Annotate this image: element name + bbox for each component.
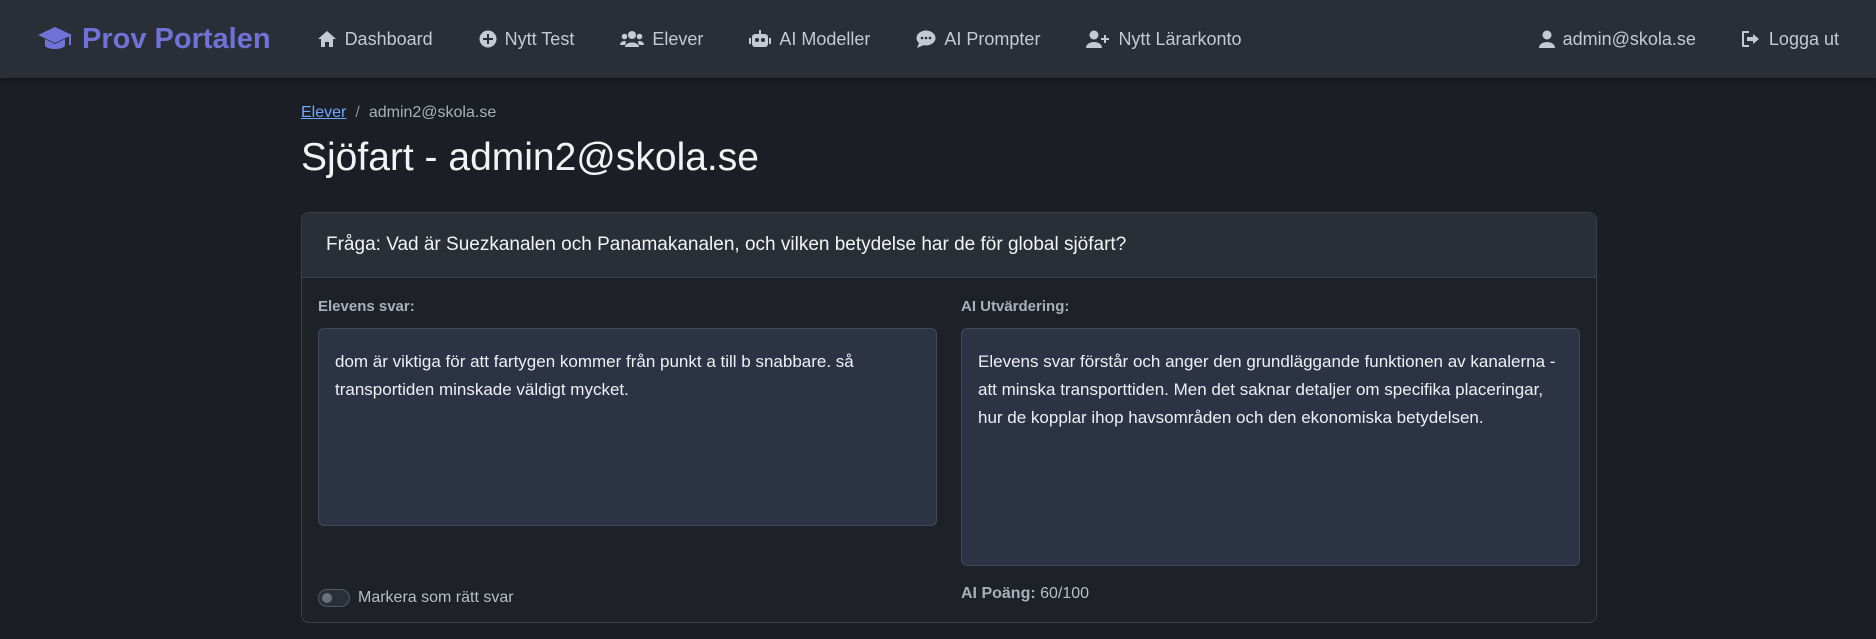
logout-label: Logga ut: [1768, 28, 1839, 49]
ai-score-value: 60/100: [1040, 585, 1090, 602]
student-answer-box: dom är viktiga för att fartygen kommer f…: [318, 328, 937, 526]
mark-correct-label: Markera som rätt svar: [358, 589, 514, 606]
ai-score-label: AI Poäng:: [961, 585, 1036, 602]
plus-circle-icon: [479, 30, 497, 48]
page-title: Sjöfart - admin2@skola.se: [301, 136, 759, 179]
comments-icon: [916, 30, 936, 48]
question-text: Fråga: Vad är Suezkanalen och Panamakana…: [326, 234, 1127, 255]
brand-link[interactable]: Prov Portalen: [37, 23, 271, 56]
ai-evaluation-section: AI Utvärdering: Elevens svar förstår och…: [961, 298, 1580, 603]
student-answer-section: Elevens svar: dom är viktiga för att far…: [318, 298, 937, 607]
nav-students-label: Elever: [652, 28, 704, 49]
main-content: Elever / admin2@skola.se Sjöfart - admin…: [301, 78, 1597, 623]
home-icon: [317, 31, 336, 47]
robot-icon: [749, 30, 772, 47]
toggle-switch[interactable]: [318, 589, 350, 607]
nav-new-teacher-account[interactable]: Nytt Lärarkonto: [1086, 28, 1242, 50]
breadcrumb-separator: /: [355, 104, 360, 121]
breadcrumb-link-students[interactable]: Elever: [301, 104, 346, 122]
toggle-knob: [322, 593, 332, 603]
mark-correct-toggle[interactable]: Markera som rätt svar: [318, 589, 514, 607]
nav-ai-models-label: AI Modeller: [779, 28, 871, 49]
ai-score: AI Poäng: 60/100: [961, 585, 1580, 603]
logout-button[interactable]: Logga ut: [1741, 29, 1839, 50]
breadcrumb-current: admin2@skola.se: [368, 104, 497, 121]
nav-students[interactable]: Elever: [620, 29, 703, 50]
question-header: Fråga: Vad är Suezkanalen och Panamakana…: [302, 213, 1596, 278]
question-card: Fråga: Vad är Suezkanalen och Panamakana…: [301, 212, 1597, 623]
student-answer-label: Elevens svar:: [318, 298, 415, 315]
nav-dashboard[interactable]: Dashboard: [317, 29, 433, 50]
nav-ai-prompts-label: AI Prompter: [944, 28, 1041, 49]
nav-new-test[interactable]: Nytt Test: [479, 28, 575, 50]
nav-new-teacher-account-label: Nytt Lärarkonto: [1118, 28, 1242, 49]
sign-out-icon: [1741, 31, 1759, 47]
user-icon: [1538, 30, 1555, 48]
nav-user-email: admin@skola.se: [1562, 28, 1696, 49]
users-icon: [620, 31, 645, 47]
ai-evaluation-box: Elevens svar förstår och anger den grund…: [961, 328, 1580, 566]
ai-evaluation-label: AI Utvärdering:: [961, 298, 1070, 315]
brand-name: Prov Portalen: [82, 22, 271, 55]
breadcrumb: Elever / admin2@skola.se: [301, 104, 1597, 122]
graduation-cap-icon: [38, 27, 72, 49]
user-plus-icon: [1086, 30, 1110, 48]
nav-ai-models[interactable]: AI Modeller: [749, 29, 870, 50]
nav-user[interactable]: admin@skola.se: [1538, 28, 1696, 50]
nav-dashboard-label: Dashboard: [344, 28, 433, 49]
nav-ai-prompts[interactable]: AI Prompter: [916, 29, 1040, 50]
nav-new-test-label: Nytt Test: [504, 28, 575, 49]
navbar: Prov Portalen Dashboard Nytt Test Elever…: [0, 0, 1876, 78]
